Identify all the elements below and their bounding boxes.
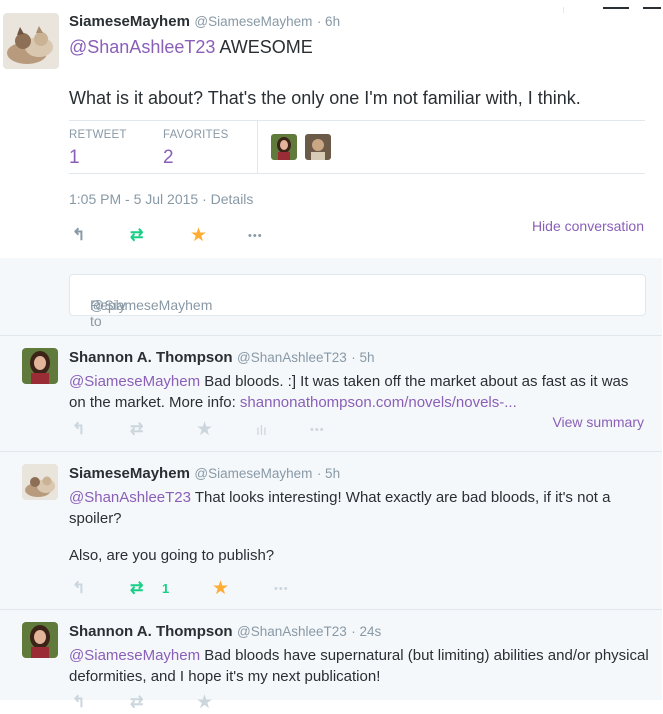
woman-avatar-icon: [22, 622, 58, 658]
favorite-icon[interactable]: ★: [212, 578, 229, 600]
favoriter-avatar-1[interactable]: [271, 134, 297, 160]
main-tweet: SiameseMayhem @SiameseMayhem · 6h @ShanA…: [0, 0, 662, 259]
tweet-actions: ↰ ⇄ 1 ★ •••: [72, 578, 312, 600]
retweet-icon[interactable]: ⇄: [130, 578, 143, 600]
avatar-siamesemayhem[interactable]: [3, 13, 59, 69]
avatar-siamesemayhem[interactable]: [22, 464, 58, 500]
tweet-text-fragment: AWESOME: [215, 37, 313, 57]
tweet-time-ago[interactable]: · 5h: [317, 466, 340, 481]
author-handle[interactable]: @SiameseMayhem: [194, 466, 312, 481]
tweet-text: @SiameseMayhem Bad bloods have supernatu…: [69, 645, 649, 687]
external-link[interactable]: shannonathompson.com/novels/novels-...: [240, 394, 517, 411]
stats-divider: [257, 121, 258, 173]
favorite-icon[interactable]: ★: [196, 419, 213, 441]
author-name[interactable]: Shannon A. Thompson: [69, 623, 233, 640]
view-summary-link[interactable]: View summary: [552, 414, 644, 430]
tweet-stats: RETWEET 1 FAVORITES 2: [69, 120, 645, 174]
favorites-count: 2: [163, 147, 174, 168]
conversation-tweet-3[interactable]: Shannon A. Thompson @ShanAshleeT23 · 24s…: [0, 610, 662, 713]
author-handle[interactable]: @SiameseMayhem: [194, 14, 312, 29]
woman-avatar-icon: [22, 348, 58, 384]
tweet-actions: ↰ ⇄ ★ ılı •••: [72, 419, 352, 441]
tweet-text: @SiameseMayhem Bad bloods. :] It was tak…: [69, 371, 649, 413]
reply-placeholder-mention: @SiameseMayhem: [90, 297, 213, 313]
analytics-icon[interactable]: ılı: [256, 419, 267, 441]
tweet-text-line1: @ShanAshleeT23 AWESOME: [69, 37, 313, 58]
retweet-icon[interactable]: ⇄: [130, 692, 143, 714]
cats-avatar-icon: [22, 464, 58, 500]
mention-link[interactable]: @SiameseMayhem: [69, 373, 200, 390]
reply-icon[interactable]: ↰: [72, 578, 85, 600]
mention-link[interactable]: @ShanAshleeT23: [69, 489, 191, 506]
author-name[interactable]: SiameseMayhem: [69, 13, 190, 30]
favorites-label: FAVORITES: [163, 129, 229, 141]
conversation-tweet-2[interactable]: SiameseMayhem @SiameseMayhem · 5h @ShanA…: [0, 452, 662, 610]
retweet-icon[interactable]: ⇄: [130, 419, 143, 441]
author-handle[interactable]: @ShanAshleeT23: [237, 350, 347, 365]
author-name[interactable]: Shannon A. Thompson: [69, 349, 233, 366]
person-avatar-icon: [305, 134, 331, 160]
mention-link[interactable]: @SiameseMayhem: [69, 647, 200, 664]
reply-icon[interactable]: ↰: [72, 692, 85, 714]
favorites-stat[interactable]: FAVORITES 2: [163, 129, 229, 169]
favoriter-avatar-2[interactable]: [305, 134, 331, 160]
tweet-time-ago[interactable]: · 5h: [351, 350, 374, 365]
conversation-tweet-1[interactable]: Shannon A. Thompson @ShanAshleeT23 · 5h …: [0, 336, 662, 452]
tweet-header: SiameseMayhem @SiameseMayhem · 6h: [69, 13, 340, 31]
retweet-count: 1: [162, 581, 170, 596]
tweet-header: Shannon A. Thompson @ShanAshleeT23 · 5h: [69, 349, 375, 367]
more-icon[interactable]: •••: [274, 578, 289, 600]
avatar-shanashleet23[interactable]: [22, 348, 58, 384]
retweets-label: RETWEET: [69, 129, 127, 141]
favorite-icon[interactable]: ★: [190, 225, 207, 247]
tweet-text: @ShanAshleeT23 That looks interesting! W…: [69, 487, 649, 529]
tweet-header: SiameseMayhem @SiameseMayhem · 5h: [69, 465, 340, 483]
main-tweet-actions: ↰ ⇄ ★ •••: [72, 225, 292, 247]
retweets-stat[interactable]: RETWEET 1: [69, 129, 127, 169]
hide-conversation-link[interactable]: Hide conversation: [532, 218, 644, 234]
reply-input[interactable]: Reply to @SiameseMayhem: [69, 274, 646, 329]
more-icon[interactable]: •••: [248, 225, 263, 247]
avatar-shanashleet23[interactable]: [22, 622, 58, 658]
retweets-count: 1: [69, 147, 80, 168]
tweet-actions-partial: ↰ ⇄ ★: [72, 692, 312, 714]
reply-region: Reply to @SiameseMayhem: [0, 258, 662, 336]
more-icon[interactable]: •••: [310, 419, 325, 441]
reply-icon[interactable]: ↰: [72, 225, 85, 247]
retweet-icon[interactable]: ⇄: [130, 225, 143, 247]
tweet-time-ago[interactable]: · 24s: [351, 624, 381, 639]
tweet-header: Shannon A. Thompson @ShanAshleeT23 · 24s: [69, 623, 381, 641]
tweet-text-line2: What is it about? That's the only one I'…: [69, 88, 581, 108]
cats-avatar-icon: [3, 13, 59, 69]
mention-link[interactable]: @ShanAshleeT23: [69, 37, 215, 57]
reply-icon[interactable]: ↰: [72, 419, 85, 441]
woman-avatar-icon: [271, 134, 297, 160]
tweet-timestamp[interactable]: 1:05 PM - 5 Jul 2015 · Details: [69, 191, 253, 207]
tweet-text-line2: Also, are you going to publish?: [69, 547, 275, 564]
author-handle[interactable]: @ShanAshleeT23: [237, 624, 347, 639]
tweet-time-ago[interactable]: · 6h: [317, 14, 340, 29]
favorite-icon[interactable]: ★: [196, 692, 213, 714]
author-name[interactable]: SiameseMayhem: [69, 465, 190, 482]
